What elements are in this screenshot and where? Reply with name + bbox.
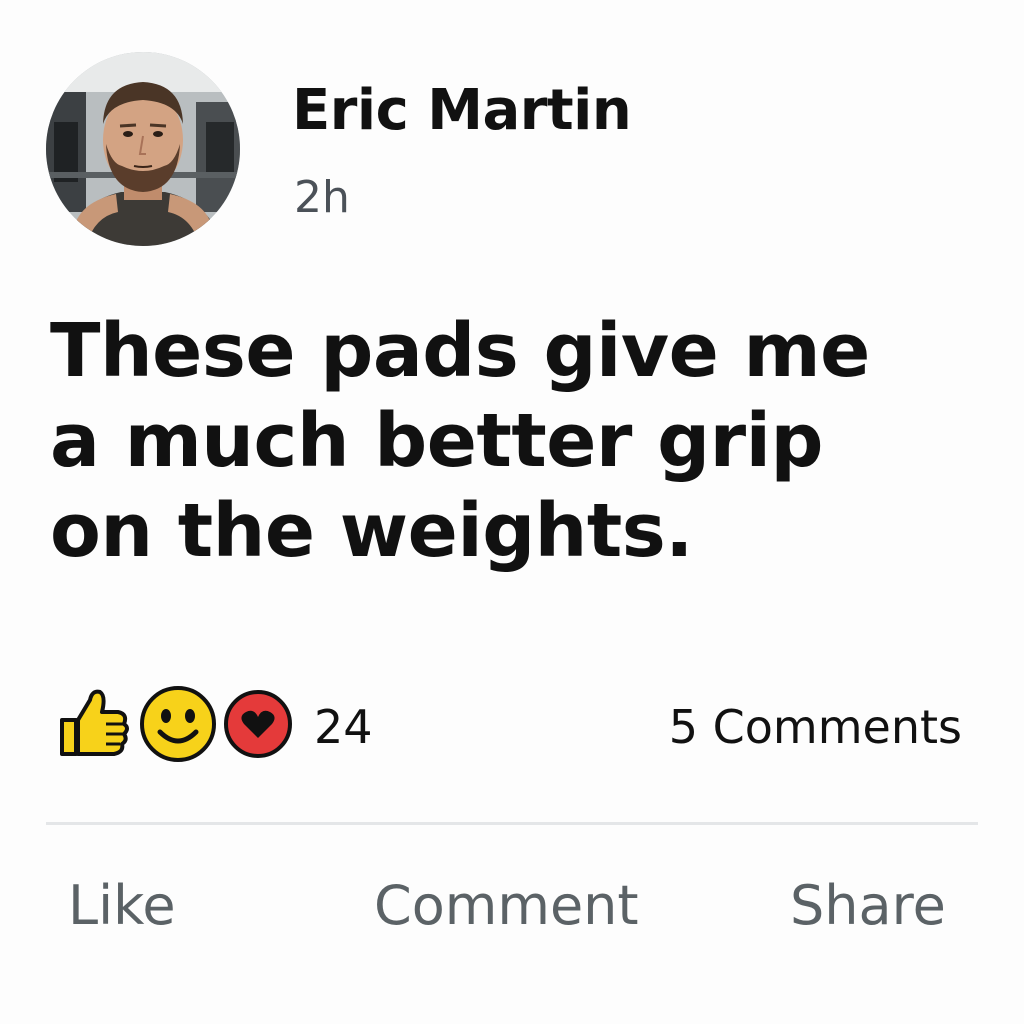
thumbs-up-icon xyxy=(60,689,129,756)
comment-button[interactable]: Comment xyxy=(374,874,639,937)
author-name[interactable]: Eric Martin xyxy=(292,78,632,143)
like-button[interactable]: Like xyxy=(68,874,176,937)
avatar-photo xyxy=(46,52,240,246)
avatar[interactable] xyxy=(46,52,240,246)
post-timestamp[interactable]: 2h xyxy=(294,172,350,223)
smile-icon xyxy=(140,686,216,762)
share-button[interactable]: Share xyxy=(790,874,946,937)
post-text: These pads give me a much better grip on… xyxy=(50,308,870,574)
comments-count[interactable]: 5 Comments xyxy=(669,700,962,754)
divider xyxy=(46,822,978,825)
heart-icon xyxy=(224,690,292,758)
reaction-count: 24 xyxy=(314,700,373,754)
